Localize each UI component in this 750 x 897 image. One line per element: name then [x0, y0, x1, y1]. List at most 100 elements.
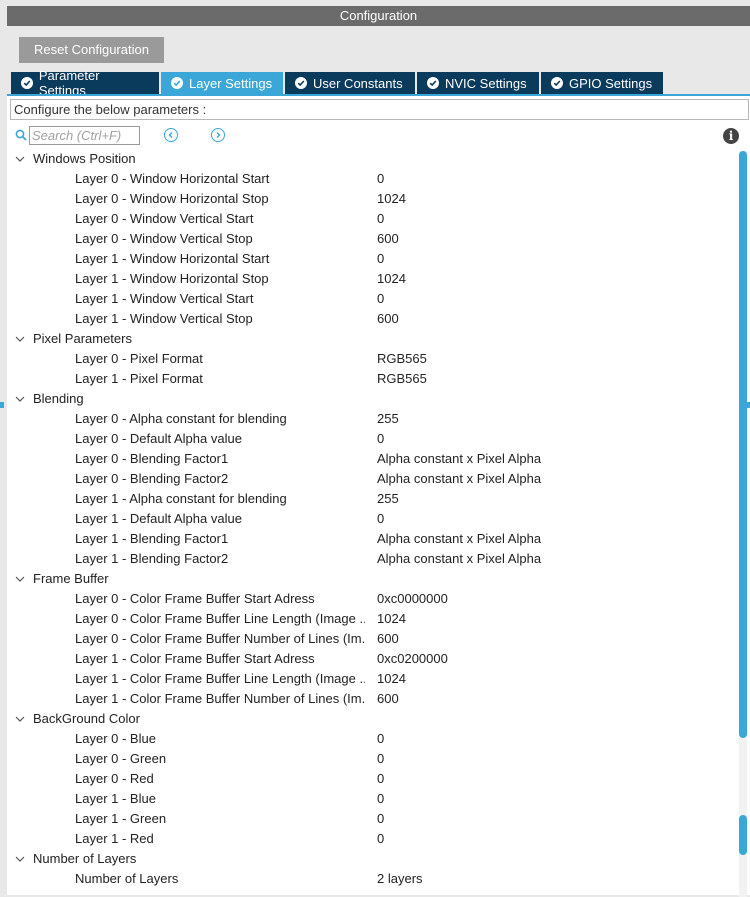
parameter-tree: Windows Position Layer 0 - Window Horizon…	[7, 149, 735, 889]
parameter-row[interactable]: Layer 0 - Blending Factor1 Alpha constant…	[7, 449, 735, 469]
parameter-row[interactable]: Layer 1 - Color Frame Buffer Line Length…	[7, 669, 735, 689]
parameter-row[interactable]: Layer 1 - Color Frame Buffer Start Adres…	[7, 649, 735, 669]
window-title: Configuration	[7, 6, 750, 26]
parameter-row[interactable]: Layer 1 - Blue 0	[7, 789, 735, 809]
parameter-row[interactable]: Layer 0 - Red 0	[7, 769, 735, 789]
parameter-name: Layer 1 - Alpha constant for blending	[75, 491, 287, 506]
parameter-row[interactable]: Layer 1 - Window Vertical Start 0	[7, 289, 735, 309]
parameter-value[interactable]: 600	[377, 689, 399, 709]
parameter-value[interactable]: 0	[377, 249, 384, 269]
parameter-row[interactable]: Layer 1 - Blending Factor2 Alpha constant…	[7, 549, 735, 569]
parameter-row[interactable]: Layer 1 - Window Vertical Stop 600	[7, 309, 735, 329]
parameter-value[interactable]: 255	[377, 489, 399, 509]
parameter-value[interactable]: 1024	[377, 189, 406, 209]
parameter-row[interactable]: Layer 0 - Window Horizontal Start 0	[7, 169, 735, 189]
parameter-row[interactable]: Layer 0 - Color Frame Buffer Line Length…	[7, 609, 735, 629]
parameter-value[interactable]: 0	[377, 289, 384, 309]
parameter-row[interactable]: Layer 0 - Window Vertical Stop 600	[7, 229, 735, 249]
parameter-row[interactable]: Layer 0 - Blue 0	[7, 729, 735, 749]
tab-user-constants[interactable]: User Constants	[285, 72, 415, 94]
parameter-row[interactable]: Layer 0 - Color Frame Buffer Number of L…	[7, 629, 735, 649]
parameter-row[interactable]: Layer 1 - Red 0	[7, 829, 735, 849]
tab-parameter-settings[interactable]: Parameter Settings	[11, 68, 159, 98]
group-header[interactable]: BackGround Color	[7, 709, 735, 729]
left-resize-handle[interactable]	[0, 402, 4, 408]
right-resize-handle[interactable]	[746, 402, 750, 408]
parameter-value[interactable]: 0	[377, 509, 384, 529]
parameter-row[interactable]: Layer 0 - Pixel Format RGB565	[7, 349, 735, 369]
reset-configuration-button[interactable]: Reset Configuration	[19, 37, 164, 63]
vertical-scrollbar[interactable]	[739, 151, 747, 897]
chevron-down-icon[interactable]	[15, 575, 25, 583]
parameter-value[interactable]: Alpha constant x Pixel Alpha	[377, 449, 541, 469]
parameter-row[interactable]: Layer 1 - Blending Factor1 Alpha constant…	[7, 529, 735, 549]
info-icon[interactable]: i	[723, 128, 739, 144]
parameter-value[interactable]: 255	[377, 409, 399, 429]
next-match-button[interactable]	[211, 128, 225, 142]
parameter-value[interactable]: 1024	[377, 269, 406, 289]
chevron-down-icon[interactable]	[15, 335, 25, 343]
parameter-value[interactable]: 0xc0000000	[377, 589, 448, 609]
group-header[interactable]: Pixel Parameters	[7, 329, 735, 349]
tab-label: Layer Settings	[189, 75, 273, 91]
parameter-row[interactable]: Layer 0 - Window Horizontal Stop 1024	[7, 189, 735, 209]
parameter-row[interactable]: Layer 0 - Green 0	[7, 749, 735, 769]
parameter-value[interactable]: RGB565	[377, 349, 427, 369]
parameter-row[interactable]: Layer 1 - Alpha constant for blending 255	[7, 489, 735, 509]
parameter-value[interactable]: 0	[377, 429, 384, 449]
parameter-row[interactable]: Layer 0 - Color Frame Buffer Start Adres…	[7, 589, 735, 609]
chevron-down-icon[interactable]	[15, 155, 25, 163]
parameter-value[interactable]: 0	[377, 829, 384, 849]
parameter-value[interactable]: 0	[377, 809, 384, 829]
parameter-row[interactable]: Layer 0 - Blending Factor2 Alpha constant…	[7, 469, 735, 489]
parameter-value[interactable]: Alpha constant x Pixel Alpha	[377, 549, 541, 569]
parameter-value[interactable]: RGB565	[377, 369, 427, 389]
parameter-value[interactable]: 600	[377, 629, 399, 649]
chevron-down-icon[interactable]	[15, 855, 25, 863]
parameter-value[interactable]: 0	[377, 769, 384, 789]
parameter-row[interactable]: Layer 1 - Color Frame Buffer Number of L…	[7, 689, 735, 709]
parameter-row[interactable]: Layer 0 - Alpha constant for blending 255	[7, 409, 735, 429]
group-header[interactable]: Number of Layers	[7, 849, 735, 869]
parameter-name: Layer 1 - Red	[75, 831, 154, 846]
parameter-row[interactable]: Layer 1 - Default Alpha value 0	[7, 509, 735, 529]
group-header[interactable]: Frame Buffer	[7, 569, 735, 589]
group-header[interactable]: Windows Position	[7, 149, 735, 169]
parameter-value[interactable]: 600	[377, 229, 399, 249]
parameter-value[interactable]: Alpha constant x Pixel Alpha	[377, 529, 541, 549]
parameter-row[interactable]: Number of Layers 2 layers	[7, 869, 735, 889]
parameter-value[interactable]: 2 layers	[377, 869, 423, 889]
tab-layer-settings[interactable]: Layer Settings	[161, 72, 283, 94]
scrollbar-thumb-secondary[interactable]	[739, 815, 747, 855]
parameter-value[interactable]: 0	[377, 789, 384, 809]
previous-match-button[interactable]	[164, 128, 178, 142]
parameter-value[interactable]: 0xc0200000	[377, 649, 448, 669]
parameter-name: Layer 1 - Pixel Format	[75, 371, 203, 386]
chevron-down-icon[interactable]	[15, 715, 25, 723]
tab-label: GPIO Settings	[569, 75, 653, 91]
tab-nvic-settings[interactable]: NVIC Settings	[417, 72, 539, 94]
tab-gpio-settings[interactable]: GPIO Settings	[541, 72, 663, 94]
parameter-row[interactable]: Layer 1 - Pixel Format RGB565	[7, 369, 735, 389]
parameter-value[interactable]: 600	[377, 309, 399, 329]
parameter-value[interactable]: 0	[377, 209, 384, 229]
parameter-value[interactable]: Alpha constant x Pixel Alpha	[377, 469, 541, 489]
search-icon	[15, 129, 27, 141]
parameter-value[interactable]: 0	[377, 749, 384, 769]
parameter-row[interactable]: Layer 0 - Default Alpha value 0	[7, 429, 735, 449]
parameter-value[interactable]: 1024	[377, 669, 406, 689]
group-label: Blending	[33, 391, 84, 406]
parameter-value[interactable]: 1024	[377, 609, 406, 629]
chevron-down-icon[interactable]	[15, 395, 25, 403]
parameter-row[interactable]: Layer 1 - Window Horizontal Start 0	[7, 249, 735, 269]
scrollbar-thumb[interactable]	[739, 151, 747, 738]
parameter-name: Layer 0 - Pixel Format	[75, 351, 203, 366]
group-header[interactable]: Blending	[7, 389, 735, 409]
parameter-row[interactable]: Layer 1 - Window Horizontal Stop 1024	[7, 269, 735, 289]
parameter-row[interactable]: Layer 1 - Green 0	[7, 809, 735, 829]
parameter-value[interactable]: 0	[377, 169, 384, 189]
search-input[interactable]	[29, 126, 140, 145]
parameter-name: Layer 1 - Blending Factor2	[75, 551, 229, 566]
parameter-value[interactable]: 0	[377, 729, 384, 749]
parameter-row[interactable]: Layer 0 - Window Vertical Start 0	[7, 209, 735, 229]
